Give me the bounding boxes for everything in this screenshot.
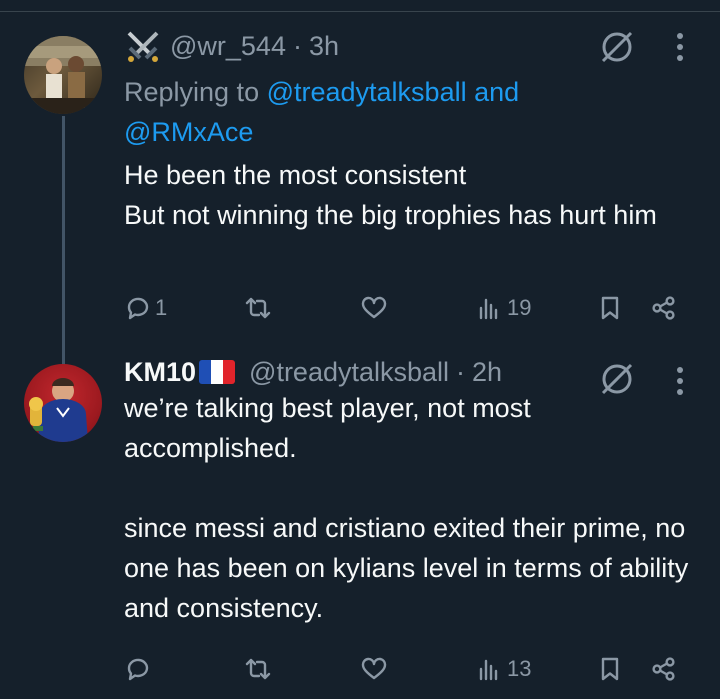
grok-icon[interactable] <box>598 28 636 66</box>
reply-count: 1 <box>155 295 168 320</box>
share-button[interactable] <box>650 288 678 328</box>
reply-icon <box>127 297 149 320</box>
heart-icon <box>361 657 387 680</box>
views-icon <box>479 659 498 681</box>
separator-dot: · <box>456 356 466 387</box>
views-button[interactable]: 19 <box>476 288 531 328</box>
retweet-icon <box>245 297 271 319</box>
share-icon <box>652 296 675 320</box>
retweet-icon <box>245 658 271 680</box>
avatar[interactable] <box>24 364 102 442</box>
tweet-text: we’re talking best player, not most acco… <box>124 388 704 628</box>
tweet-paragraph: we’re talking best player, not most acco… <box>124 393 531 463</box>
views-count: 19 <box>507 295 532 320</box>
bookmark-icon <box>601 296 619 320</box>
heart-icon <box>361 296 387 319</box>
separator-dot: · <box>292 30 302 61</box>
more-options-icon[interactable] <box>674 30 686 64</box>
thread-line <box>62 116 65 368</box>
tweet-line: He been the most consistent <box>124 160 467 190</box>
views-button[interactable]: 13 <box>476 649 531 689</box>
mention-link[interactable]: @RMxAce <box>124 117 253 147</box>
avatar[interactable] <box>24 36 102 114</box>
retweet-button[interactable] <box>244 288 272 328</box>
reply-icon <box>127 658 149 681</box>
action-bar: 1 19 <box>124 288 684 328</box>
timestamp[interactable]: 3h <box>309 31 339 62</box>
reply-tweet[interactable]: KM10 @treadytalksball · 2h we’re talking… <box>0 350 720 699</box>
like-button[interactable] <box>360 649 388 689</box>
share-icon <box>652 657 675 681</box>
replying-to-label: Replying to <box>124 77 267 107</box>
share-button[interactable] <box>650 649 678 689</box>
display-name[interactable]: KM10 <box>124 357 196 388</box>
bookmark-icon <box>601 657 619 681</box>
action-bar: 13 <box>124 649 684 689</box>
like-button[interactable] <box>360 288 388 328</box>
user-handle[interactable]: @wr_544 <box>170 31 286 62</box>
replying-to: Replying to @treadytalksball and @RMxAce <box>124 72 684 152</box>
tweet-line: But not winning the big trophies has hur… <box>124 200 657 230</box>
tweet-text: He been the most consistent But not winn… <box>124 155 704 235</box>
reply-tweet[interactable]: @wr_544 · 3h Replying to @treadytalksbal… <box>0 12 720 368</box>
views-icon <box>479 298 498 320</box>
tweet-paragraph: since messi and cristiano exited their p… <box>124 513 689 623</box>
and-text: and <box>466 77 520 107</box>
user-handle[interactable]: @treadytalksball <box>249 357 449 388</box>
reply-button[interactable]: 1 <box>124 288 167 328</box>
timestamp[interactable]: 2h <box>472 357 502 388</box>
crossed-swords-icon <box>127 31 159 62</box>
views-count: 13 <box>507 656 532 681</box>
reply-button[interactable] <box>124 649 152 689</box>
tweet-header: @wr_544 · 3h <box>124 26 339 66</box>
bookmark-button[interactable] <box>596 649 624 689</box>
tweet-header: KM10 @treadytalksball · 2h <box>124 352 502 392</box>
mention-link[interactable]: @treadytalksball <box>267 77 467 107</box>
bookmark-button[interactable] <box>596 288 624 328</box>
retweet-button[interactable] <box>244 649 272 689</box>
france-flag-icon <box>199 360 236 384</box>
